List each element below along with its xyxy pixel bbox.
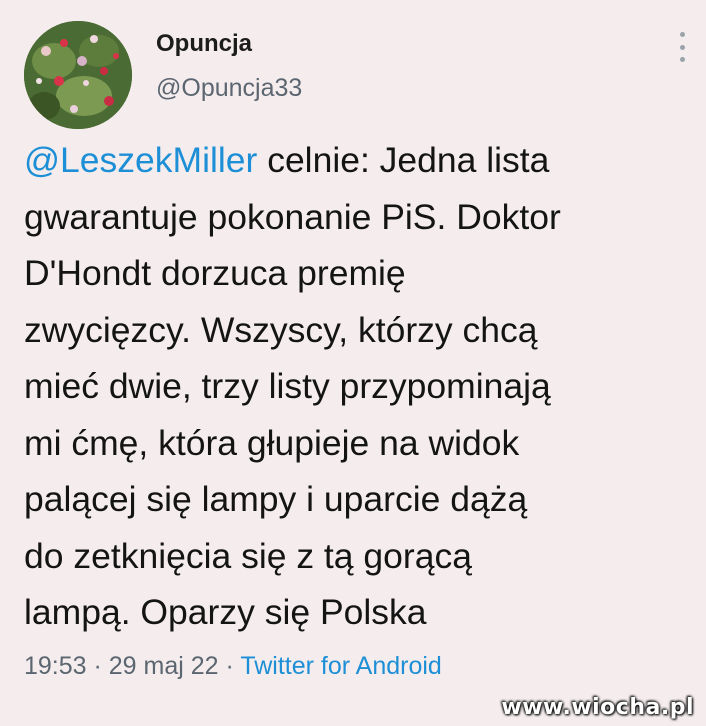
meta-separator: ·: [218, 652, 241, 680]
mention-link[interactable]: @LeszekMiller: [24, 140, 257, 180]
tweet-line: palącej się lampy i uparcie dążą: [24, 479, 528, 519]
more-dot: [679, 44, 685, 50]
tweet-source-link[interactable]: Twitter for Android: [240, 652, 441, 680]
author-handle[interactable]: @Opuncja33: [156, 74, 302, 103]
tweet-line: mi ćmę, która głupieje na widok: [24, 422, 520, 463]
tweet-line: mieć dwie, trzy listy przypominają: [24, 366, 551, 406]
tweet-line-text: celnie: Jedna lista: [257, 140, 550, 180]
tweet-line: D'Hondt dorzuca premię: [24, 253, 406, 293]
tweet-time[interactable]: 19:53: [24, 652, 87, 680]
avatar-image: [24, 21, 132, 129]
meta-separator: ·: [86, 652, 109, 680]
tweet-meta: 19:53 · 29 maj 22 · Twitter for Android: [24, 652, 442, 681]
tweet-date[interactable]: 29 maj 22: [109, 652, 219, 680]
tweet-line: @LeszekMiller celnie: Jedna lista: [24, 132, 696, 189]
tweet-line: lampą. Oparzy się Polska: [24, 592, 427, 632]
tweet-line: zwycięzcy. Wszyscy, którzy chcą: [24, 309, 538, 350]
more-dot: [679, 57, 685, 62]
avatar[interactable]: [24, 21, 132, 129]
tweet-line: do zetknięcia się z tą gorącą: [24, 535, 472, 576]
tweet-line: gwarantuje pokonanie PiS. Doktor: [24, 196, 561, 237]
watermark: www.wiocha.pl: [501, 695, 694, 720]
more-vertical-icon[interactable]: [672, 32, 692, 62]
more-dot: [679, 32, 685, 37]
author-display-name[interactable]: Opuncja: [156, 30, 252, 58]
tweet-text: @LeszekMiller celnie: Jedna lista gwaran…: [24, 132, 696, 641]
